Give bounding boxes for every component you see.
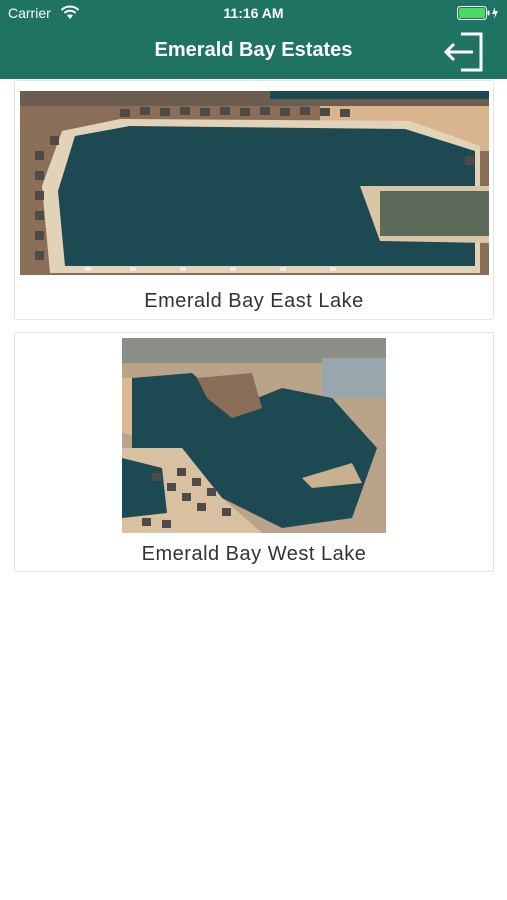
logout-button[interactable] (443, 31, 485, 73)
logout-icon (443, 32, 483, 72)
lake-card-west[interactable]: Emerald Bay West Lake (14, 332, 494, 572)
battery-icon (457, 6, 498, 20)
status-bar: Carrier 11:16 AM (0, 0, 507, 26)
status-time: 11:16 AM (223, 5, 284, 21)
lake-name: Emerald Bay West Lake (141, 543, 367, 565)
page-title: Emerald Bay Estates (154, 39, 353, 61)
app-header: Carrier 11:16 AM Emerald Bay Estates (0, 0, 507, 79)
lake-name: Emerald Bay East Lake (144, 290, 364, 312)
lake-card-east[interactable]: Emerald Bay East Lake (14, 80, 494, 320)
east-lake-photo (20, 91, 489, 275)
west-lake-photo (122, 338, 386, 533)
